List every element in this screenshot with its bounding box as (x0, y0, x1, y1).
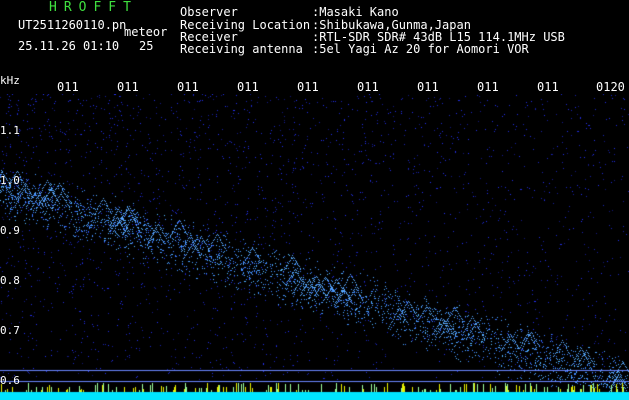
brand-title: HROFFT (49, 0, 138, 15)
date-time: 25.11.26 01:10 (18, 39, 120, 53)
info-label-antenna: Receiving antenna (180, 42, 303, 56)
y-tick-label: 0.9 (0, 224, 20, 237)
y-tick-label: 0.7 (0, 324, 20, 337)
time-tick: 011 (237, 80, 259, 94)
y-tick-label: 0.8 (0, 274, 20, 287)
time-tick: 011 (117, 80, 139, 94)
time-tick: 011 (57, 80, 79, 94)
info-value-antenna: :5el Yagi Az 20 for Aomori VOR (312, 42, 529, 56)
hrofft-screen: HROFFT UT2511260110.pn meteor 25.11.26 0… (0, 0, 629, 400)
time-tick: 011 (177, 80, 199, 94)
y-tick-label: 1.0 (0, 174, 20, 187)
time-tick: 0120 (596, 80, 625, 94)
time-tick: 011 (417, 80, 439, 94)
time-tick: 011 (537, 80, 559, 94)
axis-unit: kHz (0, 74, 20, 87)
meteor-tag: meteor (124, 25, 168, 39)
spectrogram (0, 94, 629, 400)
y-tick-label: 0.6 (0, 374, 20, 387)
y-tick-label: 1.1 (0, 124, 20, 137)
file-name: UT2511260110.pn (18, 18, 127, 32)
meteor-count: 25 (139, 39, 154, 53)
time-tick: 011 (297, 80, 319, 94)
time-tick: 011 (357, 80, 379, 94)
time-tick: 011 (477, 80, 499, 94)
